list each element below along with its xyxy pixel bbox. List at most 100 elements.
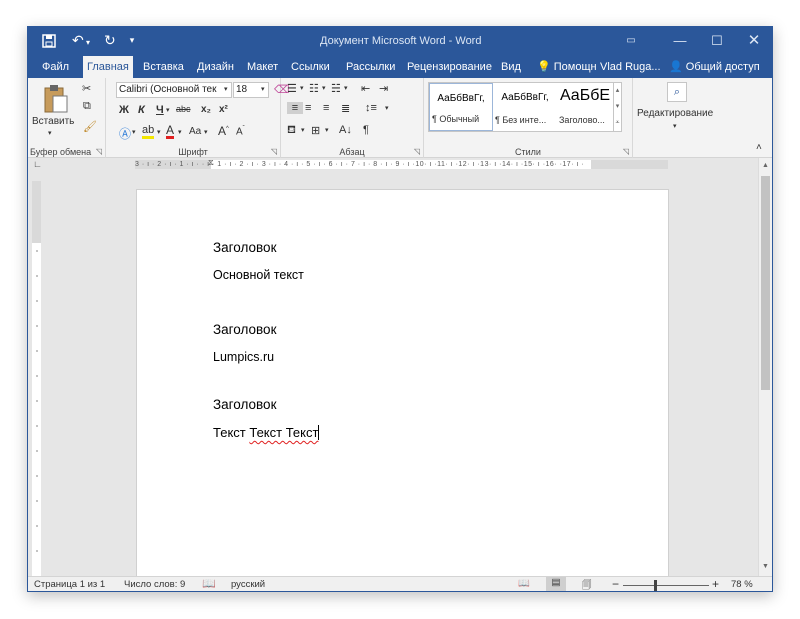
shading-dropdown-icon[interactable]: ▾ [301,126,305,134]
tab-review[interactable]: Рецензирование [403,56,496,78]
numbering-dropdown-icon[interactable]: ▾ [322,84,326,92]
tab-file[interactable]: Файл [38,56,73,78]
align-right-icon[interactable]: ≡ [323,102,329,114]
change-case-button[interactable]: Aa [189,126,201,137]
numbering-icon[interactable]: ☷ [309,82,319,95]
collapse-ribbon-icon[interactable]: ˄ [756,142,762,153]
scroll-down-icon[interactable]: ▼ [759,563,772,570]
zoom-in-button[interactable]: + [712,577,719,591]
font-size-dropdown-icon[interactable]: ▾ [261,85,265,93]
vertical-scrollbar[interactable]: ▲ ▼ [758,158,772,576]
line-spacing-dropdown-icon[interactable]: ▾ [385,104,389,112]
decrease-indent-icon[interactable]: ⇤ [361,82,370,95]
read-mode-icon[interactable]: 📖 [518,578,530,589]
customize-qat-icon[interactable]: ▾ [130,35,135,46]
style-normal[interactable]: АаБбВвГг, ¶ Обычный [429,83,493,131]
word-count[interactable]: Число слов: 9 [124,579,185,590]
cut-icon[interactable]: ✂ [82,82,91,95]
zoom-out-button[interactable]: − [612,577,619,591]
align-left-icon[interactable]: ≡ [287,102,303,114]
editing-dropdown-icon[interactable]: ▾ [673,122,677,130]
close-icon[interactable]: ✕ [734,27,772,56]
share-button[interactable]: 👤 Общий доступ [665,56,764,78]
indent-marker-icon[interactable]: ⧖ [208,158,214,168]
styles-launcher-icon[interactable]: ◹ [623,147,629,156]
paragraph-launcher-icon[interactable]: ◹ [414,147,420,156]
sort-icon[interactable]: A↓ [339,124,352,136]
ruler-scale[interactable]: 3 · ı · 2 · ı · 1 · ı · · ı · 1 · ı · 2 … [135,160,668,169]
zoom-slider-track[interactable] [623,585,709,586]
paste-button[interactable]: Вставить ▾ [32,82,74,140]
grow-font-button[interactable]: A^ [218,124,229,138]
page-count[interactable]: Страница 1 из 1 [34,579,105,590]
tell-me-box[interactable]: 💡 Помощн [533,56,601,78]
vertical-ruler[interactable] [32,181,41,577]
style-heading-1[interactable]: АаБбЕ Заголово... [557,83,613,131]
tab-view[interactable]: Вид [497,56,525,78]
highlight-icon[interactable]: ab [142,125,155,139]
multilevel-dropdown-icon[interactable]: ▾ [344,84,348,92]
zoom-slider-thumb[interactable] [654,580,658,591]
underline-button[interactable]: Ч [156,104,164,116]
italic-button[interactable]: К [138,104,145,116]
zoom-level[interactable]: 78 % [731,579,753,590]
tab-mailings[interactable]: Рассылки [342,56,399,78]
underline-dropdown-icon[interactable]: ▾ [166,106,170,114]
user-account[interactable]: Vlad Ruga... [596,56,665,78]
bullets-icon[interactable]: ☰ [287,82,297,95]
show-marks-icon[interactable]: ¶ [363,124,369,136]
find-button[interactable]: ⌕ [667,82,687,102]
shrink-font-button[interactable]: Aˇ [236,126,245,137]
multilevel-list-icon[interactable]: ☵ [331,82,341,95]
redo-icon[interactable]: ↻ [104,32,116,49]
web-layout-icon[interactable]: 🗐 [582,578,592,591]
tab-insert[interactable]: Вставка [139,56,188,78]
tab-layout[interactable]: Макет [243,56,282,78]
editing-label[interactable]: Редактирование [637,108,713,119]
print-layout-icon[interactable]: ▤ [546,577,566,591]
doc-body-3[interactable]: Текст Текст Текст [213,425,320,440]
proofing-icon[interactable]: 📖 [202,577,216,590]
doc-heading-2[interactable]: Заголовок [213,322,276,337]
scroll-up-icon[interactable]: ▲ [759,162,772,169]
tab-references[interactable]: Ссылки [287,56,334,78]
justify-icon[interactable]: ≣ [341,102,350,115]
save-icon[interactable] [42,33,58,48]
undo-icon[interactable]: ↶ ▾ [72,32,90,49]
style-no-spacing[interactable]: АаБбВвГг, ¶ Без инте... [493,83,557,131]
font-color-dropdown-icon[interactable]: ▾ [178,128,182,136]
styles-down-icon[interactable]: ▾ [614,99,621,115]
font-name-dropdown-icon[interactable]: ▾ [224,85,228,93]
document-page[interactable]: Заголовок Основной текст Заголовок Lumpi… [136,189,669,576]
font-color-icon[interactable]: A [166,124,175,139]
bold-button[interactable]: Ж [119,104,129,116]
copy-icon[interactable]: ⧉ [83,100,91,113]
subscript-button[interactable]: x₂ [201,104,211,115]
line-spacing-icon[interactable]: ↕≡ [365,102,377,114]
language[interactable]: русский [231,579,265,590]
shading-icon[interactable]: ⛾ [287,124,296,138]
clipboard-launcher-icon[interactable]: ◹ [96,147,102,156]
highlight-dropdown-icon[interactable]: ▾ [157,128,161,136]
increase-indent-icon[interactable]: ⇥ [379,82,388,95]
paste-dropdown-icon[interactable]: ▾ [48,129,52,137]
tab-home[interactable]: Главная [83,56,133,78]
format-painter-icon[interactable]: 🖌 [83,120,97,133]
borders-dropdown-icon[interactable]: ▾ [325,126,329,134]
scroll-thumb[interactable] [761,176,770,390]
minimize-icon[interactable]: — [660,27,700,56]
doc-body-2[interactable]: Lumpics.ru [213,350,274,364]
superscript-button[interactable]: x² [219,104,228,115]
doc-heading-3[interactable]: Заголовок [213,397,276,412]
text-effects-dropdown-icon[interactable]: ▾ [132,128,136,136]
strikethrough-button[interactable]: abc [176,104,191,114]
font-launcher-icon[interactable]: ◹ [271,147,277,156]
borders-icon[interactable]: ⊞ [311,124,320,137]
misspelled-text[interactable]: Текст Текст [249,425,318,440]
maximize-icon[interactable]: ☐ [697,27,737,56]
align-center-icon[interactable]: ≡ [305,102,311,114]
text-effects-icon[interactable]: Ⓐ [119,125,131,142]
bullets-dropdown-icon[interactable]: ▾ [300,84,304,92]
styles-more-icon[interactable]: ⩡ [614,115,621,131]
doc-heading-1[interactable]: Заголовок [213,240,276,255]
